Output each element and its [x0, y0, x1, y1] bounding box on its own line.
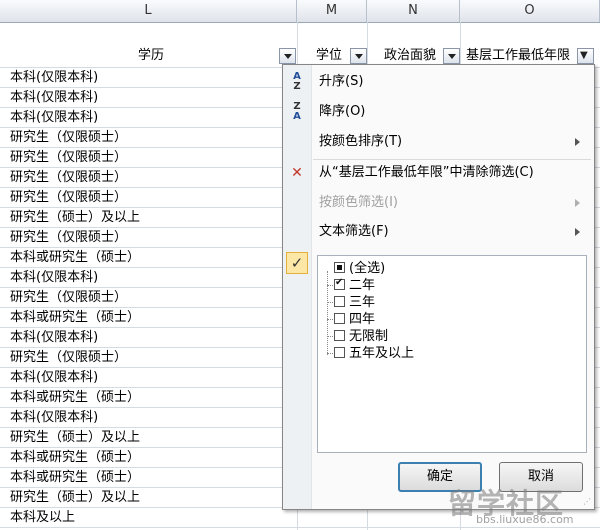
check-icon: ✓ [286, 252, 308, 274]
resize-grip-icon[interactable]: ⋰ [583, 498, 591, 506]
menu-item-sort-asc[interactable]: AZ 升序(S) [283, 70, 594, 94]
menu-item-sort-desc[interactable]: ZA 降序(O) [283, 100, 594, 124]
filter-option-label: 二年 [349, 278, 376, 293]
column-header-o[interactable]: O [460, 0, 600, 22]
filter-checkbox[interactable] [334, 330, 345, 341]
education-cell: 研究生（仅限硕士） [10, 350, 128, 365]
education-cell: 研究生（硕士）及以上 [10, 430, 141, 445]
education-cell: 本科(仅限本科) [10, 90, 99, 105]
education-cell: 本科或研究生（硕士） [10, 470, 141, 485]
education-cell: 本科(仅限本科) [10, 110, 99, 125]
menu-item-clear-filter[interactable]: ✕ 从“基层工作最低年限”中清除筛选(C) [283, 161, 594, 185]
education-cell: 本科(仅限本科) [10, 410, 99, 425]
menu-item-label: 从“基层工作最低年限”中清除筛选(C) [319, 165, 534, 180]
filter-active-icon: ▼ [580, 50, 588, 61]
education-cell: 本科或研究生（硕士） [10, 310, 141, 325]
education-cell: 本科或研究生（硕士） [10, 450, 141, 465]
autofilter-menu: AZ 升序(S) ZA 降序(O) 按颜色排序(T) ✕ 从“基层工作最低年限”… [282, 64, 595, 510]
filter-dropdown-degree[interactable] [350, 48, 367, 64]
tree-connector [327, 271, 328, 355]
filter-checkbox[interactable] [334, 262, 345, 273]
filter-checkbox[interactable] [334, 313, 345, 324]
education-cell: 本科(仅限本科) [10, 370, 99, 385]
menu-separator [313, 159, 591, 160]
menu-item-filter-by-color: 按颜色筛选(I) [283, 191, 594, 215]
education-cell: 本科(仅限本科) [10, 70, 99, 85]
filter-option-label: 五年及以上 [349, 346, 415, 361]
filter-value-list[interactable]: (全选) 二年三年四年无限制五年及以上 [317, 255, 587, 453]
menu-item-sort-by-color[interactable]: 按颜色排序(T) [283, 130, 594, 154]
watermark-url: bbs.liuxue86.com [476, 513, 574, 526]
tree-connector [327, 302, 333, 303]
filter-checkbox[interactable] [334, 277, 345, 290]
filter-option-label: 三年 [349, 295, 376, 310]
sort-descending-icon: ZA [293, 101, 301, 122]
column-header-bar: L M N O [0, 0, 600, 23]
filter-option-label: 四年 [349, 312, 376, 327]
education-cell: 研究生（硕士）及以上 [10, 210, 141, 225]
education-cell: 本科(仅限本科) [10, 330, 99, 345]
menu-item-label: 升序(S) [319, 74, 364, 89]
tree-connector [327, 336, 333, 337]
education-cell: 本科或研究生（硕士） [10, 250, 141, 265]
submenu-arrow-icon [575, 199, 580, 207]
education-cell: 研究生（仅限硕士） [10, 290, 128, 305]
sort-ascending-icon: AZ [293, 71, 301, 92]
education-cell: 研究生（硕士）及以上 [10, 490, 141, 505]
menu-item-label: 按颜色筛选(I) [319, 195, 398, 210]
header-education: 学历 [138, 48, 165, 63]
education-cell: 本科(仅限本科) [10, 270, 99, 285]
tree-connector [327, 285, 333, 286]
education-cell: 本科及以上 [10, 510, 76, 525]
filter-checkbox[interactable] [334, 347, 345, 358]
education-cell: 研究生（仅限硕士） [10, 190, 128, 205]
menu-item-label: 降序(O) [319, 104, 366, 119]
column-header-m[interactable]: M [297, 0, 367, 22]
filter-dropdown-political[interactable] [443, 48, 460, 64]
education-cell: 本科或研究生（硕士） [10, 390, 141, 405]
clear-filter-icon: ✕ [291, 165, 303, 181]
education-cell: 研究生（仅限硕士） [10, 130, 128, 145]
filter-option-label: 无限制 [349, 329, 389, 344]
filter-option-label: (全选) [349, 261, 386, 276]
filter-dropdown-min-years[interactable]: ▼ [577, 48, 594, 64]
education-cell: 研究生（仅限硕士） [10, 170, 128, 185]
tree-connector [327, 319, 333, 320]
menu-item-text-filter[interactable]: 文本筛选(F) [283, 220, 594, 244]
filter-checkbox[interactable] [334, 296, 345, 307]
menu-item-label: 按颜色排序(T) [319, 134, 403, 149]
education-cell: 研究生（仅限硕士） [10, 230, 128, 245]
filter-dropdown-education[interactable] [279, 48, 296, 64]
submenu-arrow-icon [575, 138, 580, 146]
column-header-l[interactable]: L [0, 0, 297, 22]
submenu-arrow-icon [575, 228, 580, 236]
menu-item-label: 文本筛选(F) [319, 224, 389, 239]
tree-connector [327, 353, 333, 354]
education-cell: 研究生（仅限硕士） [10, 150, 128, 165]
column-header-n[interactable]: N [367, 0, 460, 22]
